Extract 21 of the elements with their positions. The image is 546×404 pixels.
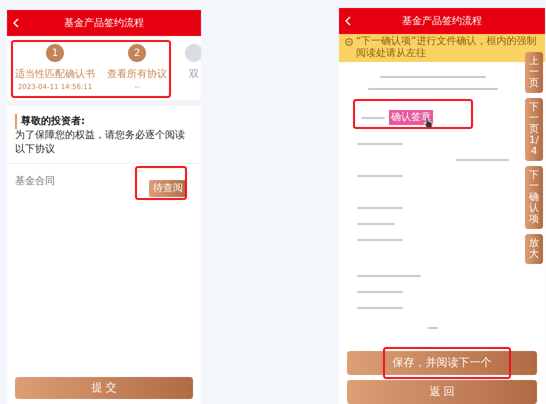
view-button[interactable]: 待查阅 [149,180,187,197]
document-name: 基金合同 [15,174,55,189]
step-label: 查看所有协议 [107,68,167,82]
side-tab[interactable]: 下一页1/4 [525,98,543,161]
side-tab[interactable]: 下一确认项 [525,166,543,229]
header-title: 基金产品签约流程 [402,14,482,28]
notice-icon [345,38,353,46]
side-tab[interactable]: 放大 [525,234,543,264]
step-label: 适当性匹配确认书 [15,68,95,82]
side-tab[interactable]: 上一页 [525,52,543,93]
action-button[interactable]: 保存，并阅读下一个 [347,351,537,375]
step-circle: 1 [46,44,64,62]
step-label: 双 [189,68,199,82]
submit-button[interactable]: 提 交 [15,377,193,399]
greeting-title: 尊敬的投资者: [15,114,193,129]
header-title: 基金产品签约流程 [64,16,144,30]
back-icon[interactable] [13,18,19,28]
action-button[interactable]: 返 回 [347,380,537,404]
greeting-message: 为了保障您的权益，请您务必逐个阅读以下协议 [15,129,186,157]
step-circle: 2 [128,44,146,62]
back-icon[interactable] [345,16,351,26]
